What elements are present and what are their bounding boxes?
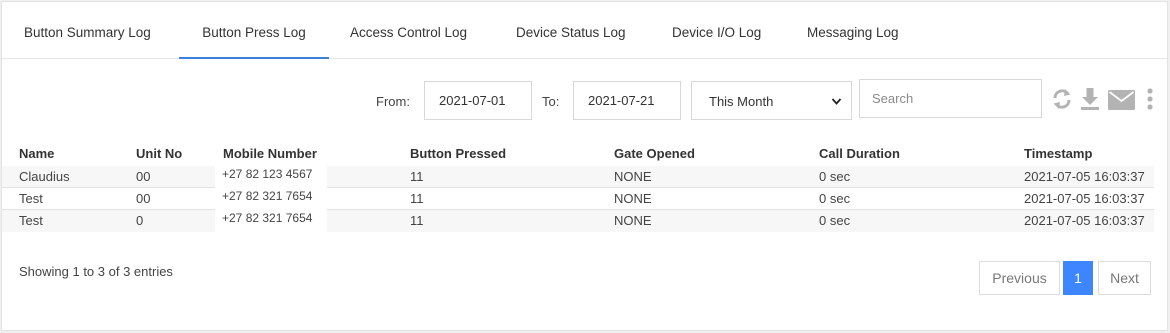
page-1-button[interactable]: 1 xyxy=(1063,261,1093,295)
column-header-call-duration[interactable]: Call Duration xyxy=(819,146,900,161)
to-date-input[interactable] xyxy=(573,81,681,120)
column-header-timestamp[interactable]: Timestamp xyxy=(1024,146,1092,161)
cell-timestamp: 2021-07-05 16:03:37 xyxy=(1024,213,1145,228)
more-vertical-icon[interactable] xyxy=(1146,88,1154,113)
cell-unit-no: 00 xyxy=(136,191,151,206)
column-header-unit-no[interactable]: Unit No xyxy=(136,146,182,161)
search-input[interactable] xyxy=(859,79,1042,118)
cell-mobile-number: +27 82 321 7654 xyxy=(215,188,327,210)
column-header-button-pressed[interactable]: Button Pressed xyxy=(410,146,506,161)
to-label: To: xyxy=(542,94,560,109)
column-header-mobile-number[interactable]: Mobile Number xyxy=(223,146,317,161)
tab-bar: Button Summary Log Button Press Log Acce… xyxy=(2,2,1167,59)
entries-info: Showing 1 to 3 of 3 entries xyxy=(19,264,173,279)
cell-timestamp: 2021-07-05 16:03:37 xyxy=(1024,191,1145,206)
from-date-input[interactable] xyxy=(424,81,532,120)
cell-call-duration: 0 sec xyxy=(819,191,851,206)
tab-messaging-log[interactable]: Messaging Log xyxy=(807,2,899,59)
cell-name: Test xyxy=(19,213,43,228)
cell-name: Test xyxy=(19,191,43,206)
email-icon[interactable] xyxy=(1108,90,1135,113)
cell-button-pressed: 11 xyxy=(410,169,424,184)
chevron-down-icon xyxy=(831,82,842,138)
cell-button-pressed: 11 xyxy=(410,191,424,206)
table-row[interactable]: Test 0 +27 82 321 7654 11 NONE 0 sec 202… xyxy=(2,210,1154,232)
log-panel: Button Summary Log Button Press Log Acce… xyxy=(1,1,1168,331)
cell-gate-opened: NONE xyxy=(614,169,652,184)
period-select[interactable]: This Month xyxy=(691,81,852,120)
cell-unit-no: 0 xyxy=(136,213,144,228)
column-header-name[interactable]: Name xyxy=(19,146,54,161)
cell-mobile-number: +27 82 321 7654 xyxy=(215,210,327,232)
previous-page-button[interactable]: Previous xyxy=(979,261,1060,295)
tab-device-io-log[interactable]: Device I/O Log xyxy=(672,2,761,59)
cell-gate-opened: NONE xyxy=(614,191,652,206)
tab-access-control-log[interactable]: Access Control Log xyxy=(350,2,467,59)
cell-button-pressed: 11 xyxy=(410,213,424,228)
cell-mobile-number: +27 82 123 4567 xyxy=(215,166,327,188)
table-row[interactable]: Claudius 00 +27 82 123 4567 11 NONE 0 se… xyxy=(2,166,1154,188)
cell-call-duration: 0 sec xyxy=(819,169,851,184)
tab-button-press-log[interactable]: Button Press Log xyxy=(179,2,329,59)
download-icon[interactable] xyxy=(1080,87,1100,114)
column-header-gate-opened[interactable]: Gate Opened xyxy=(614,146,695,161)
table-row[interactable]: Test 00 +27 82 321 7654 11 NONE 0 sec 20… xyxy=(2,188,1154,210)
tab-device-status-log[interactable]: Device Status Log xyxy=(516,2,626,59)
refresh-icon[interactable] xyxy=(1051,87,1073,114)
cell-timestamp: 2021-07-05 16:03:37 xyxy=(1024,169,1145,184)
tab-button-summary-log[interactable]: Button Summary Log xyxy=(24,2,151,59)
from-label: From: xyxy=(376,94,410,109)
table-header: Name Unit No Mobile Number Button Presse… xyxy=(2,142,1167,166)
cell-gate-opened: NONE xyxy=(614,213,652,228)
next-page-button[interactable]: Next xyxy=(1098,261,1151,295)
cell-unit-no: 00 xyxy=(136,169,151,184)
period-select-value: This Month xyxy=(709,94,774,109)
cell-call-duration: 0 sec xyxy=(819,213,851,228)
cell-name: Claudius xyxy=(19,169,70,184)
